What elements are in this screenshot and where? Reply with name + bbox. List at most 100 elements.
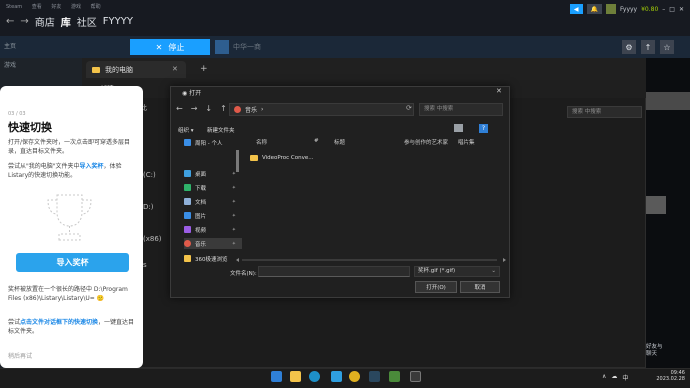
scrollbar[interactable] xyxy=(236,150,239,172)
column-header-number[interactable]: # xyxy=(314,138,319,144)
file-explorer-icon[interactable] xyxy=(290,371,301,382)
games-label[interactable]: 游戏 xyxy=(4,60,16,69)
star-icon[interactable]: ☆ xyxy=(660,40,674,54)
stop-button[interactable]: ✕ 停止 xyxy=(130,39,210,55)
nav-user[interactable]: FYYYY xyxy=(103,16,133,27)
edge-icon[interactable] xyxy=(309,371,320,382)
sidebar-item-pictures[interactable]: 图片 ✦ xyxy=(184,210,242,221)
explorer-search-input[interactable]: 搜索 中搜索 xyxy=(567,106,642,118)
sidebar-item-label: 桌面 xyxy=(195,171,207,178)
folder-icon xyxy=(92,66,100,73)
game-icon[interactable] xyxy=(389,371,400,382)
close-icon[interactable]: ✕ xyxy=(679,6,684,13)
sidebar-item-browser[interactable]: 360极速浏览 xyxy=(184,253,242,264)
back-arrow-icon[interactable]: ← xyxy=(176,104,183,113)
view-icon[interactable] xyxy=(454,124,463,132)
drive-item[interactable]: (C:) xyxy=(143,170,162,180)
column-header-name[interactable]: 名称 xyxy=(256,138,267,146)
emoji-icon: 🙁 xyxy=(96,295,105,302)
home-label[interactable]: 主页 xyxy=(4,41,16,50)
quick-switch-link[interactable]: 点击文件对话框下的快速切换 xyxy=(20,319,98,326)
try-later-link[interactable]: 稍后再试 xyxy=(8,351,32,360)
filetype-select[interactable]: 奖杯.gif (*.gif) ⌄ xyxy=(414,266,500,277)
up-arrow-icon[interactable]: ↑ xyxy=(220,104,227,113)
ime-icon[interactable]: 中 xyxy=(622,373,628,382)
import-trophy-button[interactable]: 导入奖杯 xyxy=(16,253,129,272)
column-header-title[interactable]: 标题 xyxy=(334,138,345,146)
account-name[interactable]: Fyyyy xyxy=(620,6,637,13)
dialog-address-bar[interactable]: 音乐 › xyxy=(229,103,414,116)
trophy-icon xyxy=(47,194,92,241)
add-tab-icon[interactable]: + xyxy=(200,64,208,74)
listary-icon[interactable] xyxy=(410,371,421,382)
sidebar-item-desktop[interactable]: 桌面 ✦ xyxy=(184,168,242,179)
broadcast-button[interactable]: ◀ xyxy=(569,4,583,14)
menu-help[interactable]: 帮助 xyxy=(91,4,101,10)
panel-desc3: 奖杯被放置在一个很长的路径中 D:\Program Files (x86)\Li… xyxy=(8,285,138,303)
pin-icon: ✦ xyxy=(231,212,236,219)
open-button[interactable]: 打开(O) xyxy=(415,281,457,293)
dialog-close-icon[interactable]: ✕ xyxy=(496,87,502,95)
friends-chat-label: 聊天 xyxy=(646,351,658,357)
dialog-title-text: 打开 xyxy=(189,90,202,97)
nav-library[interactable]: 库 xyxy=(61,14,71,29)
notifications-icon[interactable]: 🔔 xyxy=(586,4,602,14)
drive-item[interactable]: s xyxy=(143,260,162,270)
address-crumb[interactable]: 音乐 xyxy=(245,105,257,114)
column-header-artists[interactable]: 参与创作的艺术家 xyxy=(404,138,448,146)
steam-menu-bar: Steam 查看 好友 游戏 帮助 xyxy=(6,3,109,10)
pin-icon: ✦ xyxy=(231,198,236,205)
nav-community[interactable]: 社区 xyxy=(77,14,97,29)
wallet-balance: ¥0.80 xyxy=(641,5,659,13)
sidebar-item-music[interactable]: 音乐 ✦ xyxy=(184,238,242,249)
help-icon[interactable]: ? xyxy=(479,124,488,133)
clock-date: 2023.02.28 xyxy=(656,376,685,382)
dialog-search-input[interactable]: 搜索 中搜索 xyxy=(419,103,503,116)
drive-item[interactable]: (x86) xyxy=(143,234,162,244)
friends-chat-button[interactable]: 好友与 聊天 xyxy=(646,344,663,358)
list-item[interactable]: VideoProc Conve... xyxy=(250,153,350,163)
minimize-icon[interactable]: – xyxy=(662,6,665,13)
tab-close-icon[interactable]: ✕ xyxy=(172,65,178,73)
store-icon[interactable] xyxy=(331,371,342,382)
forward-arrow-icon[interactable]: → xyxy=(191,104,198,113)
menu-view[interactable]: 查看 xyxy=(32,4,42,10)
organize-menu[interactable]: 组织 ▾ xyxy=(178,126,194,134)
steam-icon[interactable] xyxy=(369,371,380,382)
cloud-icon xyxy=(184,139,191,146)
explorer-tab[interactable]: 我的电脑 xyxy=(86,61,186,78)
sidebar-item-documents[interactable]: 文档 ✦ xyxy=(184,196,242,207)
recent-arrow-icon[interactable]: ↓ xyxy=(205,104,212,113)
horizontal-scrollbar[interactable] xyxy=(236,258,506,262)
gear-icon[interactable]: ⚙ xyxy=(622,40,636,54)
maximize-icon[interactable]: □ xyxy=(669,6,675,13)
import-link[interactable]: 导入奖杯 xyxy=(80,163,104,170)
document-icon xyxy=(184,198,191,205)
sidebar-item-downloads[interactable]: 下载 ✦ xyxy=(184,182,242,193)
chrome-icon[interactable] xyxy=(349,371,360,382)
nav-store[interactable]: 商店 xyxy=(35,14,55,29)
cancel-button[interactable]: 取消 xyxy=(460,281,500,293)
filename-input[interactable] xyxy=(258,266,410,277)
drive-item[interactable]: D:) xyxy=(143,202,162,212)
clock[interactable]: 09:46 2023.02.28 xyxy=(641,370,685,382)
chevron-up-icon[interactable]: ∧ xyxy=(602,373,606,382)
menu-games[interactable]: 游戏 xyxy=(71,4,81,10)
forward-arrow-icon[interactable]: → xyxy=(20,16,28,27)
back-arrow-icon[interactable]: ← xyxy=(6,16,14,27)
pin-icon: ✦ xyxy=(231,240,236,247)
refresh-icon[interactable]: ⟳ xyxy=(406,104,412,112)
avatar[interactable] xyxy=(606,4,616,14)
panel-desc1: 打开/保存文件夹时，一次点击即可穿透多层目录，直达目标文件夹。 xyxy=(8,139,131,155)
menu-friends[interactable]: 好友 xyxy=(51,4,61,10)
pin-icon: ✦ xyxy=(231,184,236,191)
new-folder-button[interactable]: 新建文件夹 xyxy=(207,126,235,134)
menu-steam[interactable]: Steam xyxy=(6,4,22,10)
start-icon[interactable] xyxy=(271,371,282,382)
sidebar-item-videos[interactable]: 视频 ✦ xyxy=(184,224,242,235)
upload-icon[interactable]: ↑ xyxy=(641,40,655,54)
column-header-album[interactable]: 唱片集 xyxy=(458,138,475,146)
wifi-icon[interactable]: ☁ xyxy=(611,373,617,382)
sidebar-item-personal[interactable]: 周阳 - 个人 xyxy=(184,137,242,148)
taskbar xyxy=(0,368,690,388)
